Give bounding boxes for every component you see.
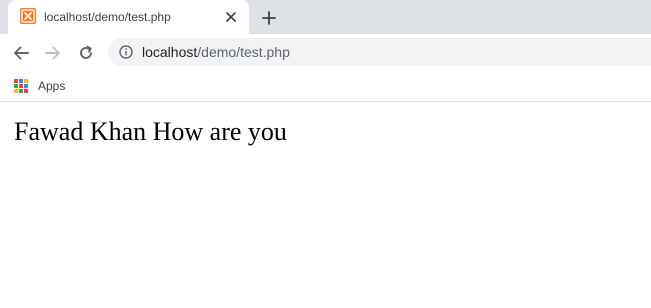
page-content: Fawad Khan How are you <box>0 103 651 308</box>
apps-grid-icon <box>14 79 28 93</box>
xampp-icon <box>20 8 36 24</box>
browser-toolbar: localhost/demo/test.php <box>0 34 651 70</box>
page-text: Fawad Khan How are you <box>14 117 287 146</box>
tab-strip: localhost/demo/test.php <box>0 0 651 34</box>
back-arrow-icon <box>14 46 29 60</box>
url-host: localhost <box>142 44 198 60</box>
apps-label: Apps <box>38 79 66 93</box>
close-icon[interactable] <box>223 9 239 25</box>
tab-title: localhost/demo/test.php <box>44 10 171 24</box>
back-button[interactable] <box>9 41 33 65</box>
reload-button[interactable] <box>74 41 98 65</box>
forward-arrow-icon <box>45 46 60 60</box>
new-tab-button[interactable] <box>259 8 279 28</box>
active-tab[interactable]: localhost/demo/test.php <box>8 0 249 34</box>
address-bar[interactable]: localhost/demo/test.php <box>108 38 651 66</box>
forward-button[interactable] <box>41 41 65 65</box>
info-icon[interactable] <box>119 45 133 59</box>
apps-shortcut[interactable]: Apps <box>14 77 65 95</box>
reload-icon <box>80 45 92 59</box>
url-text: localhost/demo/test.php <box>142 44 290 60</box>
plus-icon <box>262 11 276 25</box>
bookmarks-bar: Apps <box>0 70 651 102</box>
url-path: /demo/test.php <box>197 44 290 60</box>
